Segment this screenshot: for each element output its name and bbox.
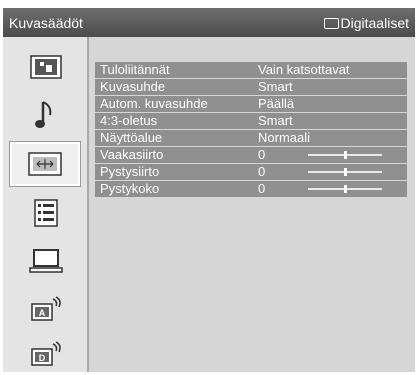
monitor-icon: [323, 17, 339, 29]
menu-title: Kuvasäädöt: [9, 15, 83, 31]
setting-value: 0: [258, 147, 266, 162]
sidebar-item-digital[interactable]: D: [13, 336, 79, 372]
sidebar-item-pc[interactable]: [13, 243, 79, 279]
sidebar-item-screen[interactable]: [9, 141, 81, 187]
setting-label: Pystysiirto: [100, 164, 160, 179]
setting-row-vertical-size[interactable]: Pystykoko 0: [95, 181, 407, 197]
horizontal-shift-slider[interactable]: [308, 151, 382, 159]
setting-value: Vain katsottavat: [258, 62, 350, 77]
setting-value: Päällä: [258, 96, 295, 111]
sound-settings-icon: [35, 101, 52, 128]
tv-menu-screen: Kuvasäädöt Digitaaliset A D Tuloliitännä…: [3, 8, 415, 372]
setting-label: Näyttöalue: [100, 130, 163, 145]
sidebar-item-setup[interactable]: [13, 195, 79, 231]
setup-list-icon: [34, 199, 58, 227]
vertical-shift-slider[interactable]: [308, 168, 382, 176]
analog-settings-icon: A: [31, 296, 61, 321]
slider-knob[interactable]: [344, 168, 347, 176]
setting-row-vertical-shift[interactable]: Pystysiirto 0: [95, 164, 407, 180]
setting-row-horizontal-shift[interactable]: Vaakasiirto 0: [95, 147, 407, 163]
setting-value: Normaali: [258, 130, 311, 145]
input-label: Digitaaliset: [340, 15, 409, 31]
slider-knob[interactable]: [344, 151, 347, 159]
setting-value: 0: [258, 181, 266, 196]
input-indicator: Digitaaliset: [323, 15, 409, 31]
setting-value: Smart: [258, 113, 293, 128]
setting-label: Tuloliitännät: [100, 62, 170, 77]
setting-row-4-3-default[interactable]: 4:3-oletus Smart: [95, 113, 407, 129]
setting-value: Smart: [258, 79, 293, 94]
setting-label: Autom. kuvasuhde: [100, 96, 208, 111]
sidebar-item-analog[interactable]: A: [13, 291, 79, 327]
sidebar-item-sound[interactable]: [13, 97, 79, 133]
settings-list: Tuloliitännät Vain katsottavat Kuvasuhde…: [95, 62, 407, 198]
setting-label: Kuvasuhde: [100, 79, 166, 94]
slider-knob[interactable]: [344, 185, 347, 193]
title-bar: Kuvasäädöt Digitaaliset: [3, 8, 415, 37]
setting-label: 4:3-oletus: [100, 113, 158, 128]
vertical-size-slider[interactable]: [308, 185, 382, 193]
setting-label: Vaakasiirto: [100, 147, 164, 162]
svg-text:D: D: [39, 353, 46, 363]
screen-settings-icon: [28, 152, 62, 176]
setting-label: Pystykoko: [100, 181, 160, 196]
settings-panel: Tuloliitännät Vain katsottavat Kuvasuhde…: [89, 37, 415, 372]
setting-value: 0: [258, 164, 266, 179]
category-sidebar: A D: [3, 37, 89, 372]
setting-row-auto-aspect[interactable]: Autom. kuvasuhde Päällä: [95, 96, 407, 112]
picture-settings-icon: [30, 55, 62, 79]
setting-row-input-connections[interactable]: Tuloliitännät Vain katsottavat: [95, 62, 407, 78]
setting-row-aspect-ratio[interactable]: Kuvasuhde Smart: [95, 79, 407, 95]
sidebar-item-picture[interactable]: [13, 49, 79, 85]
svg-text:A: A: [39, 308, 46, 318]
setting-row-display-area[interactable]: Näyttöalue Normaali: [95, 130, 407, 146]
pc-settings-icon: [29, 249, 63, 273]
digital-settings-icon: D: [31, 341, 61, 366]
